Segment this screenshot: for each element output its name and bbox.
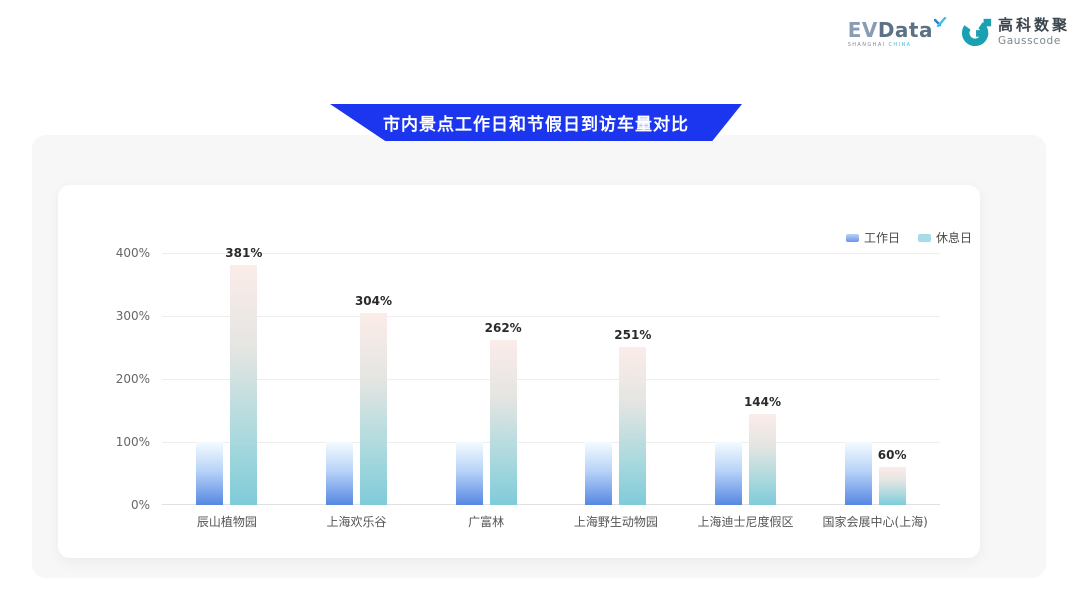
bar-holiday (490, 340, 517, 505)
bar-workday (845, 442, 872, 505)
bar-value-label: 304% (355, 294, 392, 308)
header-logos: EV Data SHANGHAI CHINA 高科数聚 Gausscode (848, 16, 1070, 48)
evdata-logo-text-data: Data (878, 20, 933, 40)
x-axis-label: 上海欢乐谷 (326, 513, 386, 530)
y-axis-label: 0% (86, 497, 150, 513)
bar-value-label: 251% (614, 328, 651, 342)
y-axis-label: 300% (86, 308, 150, 324)
evdata-logo: EV Data SHANGHAI CHINA (848, 16, 947, 48)
gausscode-logo-cn: 高科数聚 (998, 17, 1070, 34)
x-axis-label: 上海野生动物园 (574, 513, 658, 530)
bar-holiday (230, 265, 257, 505)
legend-item-holiday[interactable]: 休息日 (918, 229, 972, 246)
evdata-logo-text-ev: EV (848, 20, 878, 40)
gridline (162, 253, 940, 254)
bar-workday (585, 442, 612, 505)
chart-legend: 工作日 休息日 (846, 229, 972, 246)
x-axis-label: 辰山植物园 (197, 513, 257, 530)
bar-workday (326, 442, 353, 505)
bar-holiday (749, 414, 776, 505)
content-panel: 工作日 休息日 0%100%200%300%400% 381%辰山植物园304%… (32, 135, 1046, 578)
chart-card: 工作日 休息日 0%100%200%300%400% 381%辰山植物园304%… (58, 185, 980, 558)
gausscode-g-icon (961, 16, 993, 48)
legend-label-workday: 工作日 (864, 229, 900, 246)
bar-value-label: 381% (225, 246, 262, 260)
bar-value-label: 262% (485, 321, 522, 335)
x-axis-label: 国家会展中心(上海) (822, 513, 927, 530)
bar-holiday (879, 467, 906, 505)
title-banner: 市内景点工作日和节假日到访车量对比 (330, 104, 742, 141)
page-title: 市内景点工作日和节假日到访车量对比 (383, 110, 689, 135)
plot-area: 381%辰山植物园304%上海欢乐谷262%广富林251%上海野生动物园144%… (162, 253, 940, 505)
legend-item-workday[interactable]: 工作日 (846, 229, 900, 246)
gridline (162, 379, 940, 380)
evdata-logo-subtext: SHANGHAI CHINA (848, 43, 912, 48)
y-axis-label: 400% (86, 245, 150, 261)
bar-value-label: 60% (878, 448, 907, 462)
bar-workday (715, 442, 742, 505)
legend-swatch-holiday (918, 234, 931, 242)
gausscode-logo-en: Gausscode (998, 35, 1070, 47)
bar-workday (196, 442, 223, 505)
legend-swatch-workday (846, 234, 859, 242)
y-axis-label: 200% (86, 371, 150, 387)
gridline (162, 442, 940, 443)
x-chevron-icon (934, 17, 947, 30)
legend-label-holiday: 休息日 (936, 229, 972, 246)
y-axis: 0%100%200%300%400% (86, 253, 150, 505)
bar-holiday (360, 313, 387, 505)
gridline (162, 504, 940, 505)
bar-value-label: 144% (744, 395, 781, 409)
bar-holiday (619, 347, 646, 505)
x-axis-label: 上海迪士尼度假区 (697, 513, 793, 530)
y-axis-label: 100% (86, 434, 150, 450)
x-axis-label: 广富林 (468, 513, 504, 530)
gridline (162, 316, 940, 317)
gausscode-logo: 高科数聚 Gausscode (961, 16, 1070, 48)
bar-workday (456, 442, 483, 505)
